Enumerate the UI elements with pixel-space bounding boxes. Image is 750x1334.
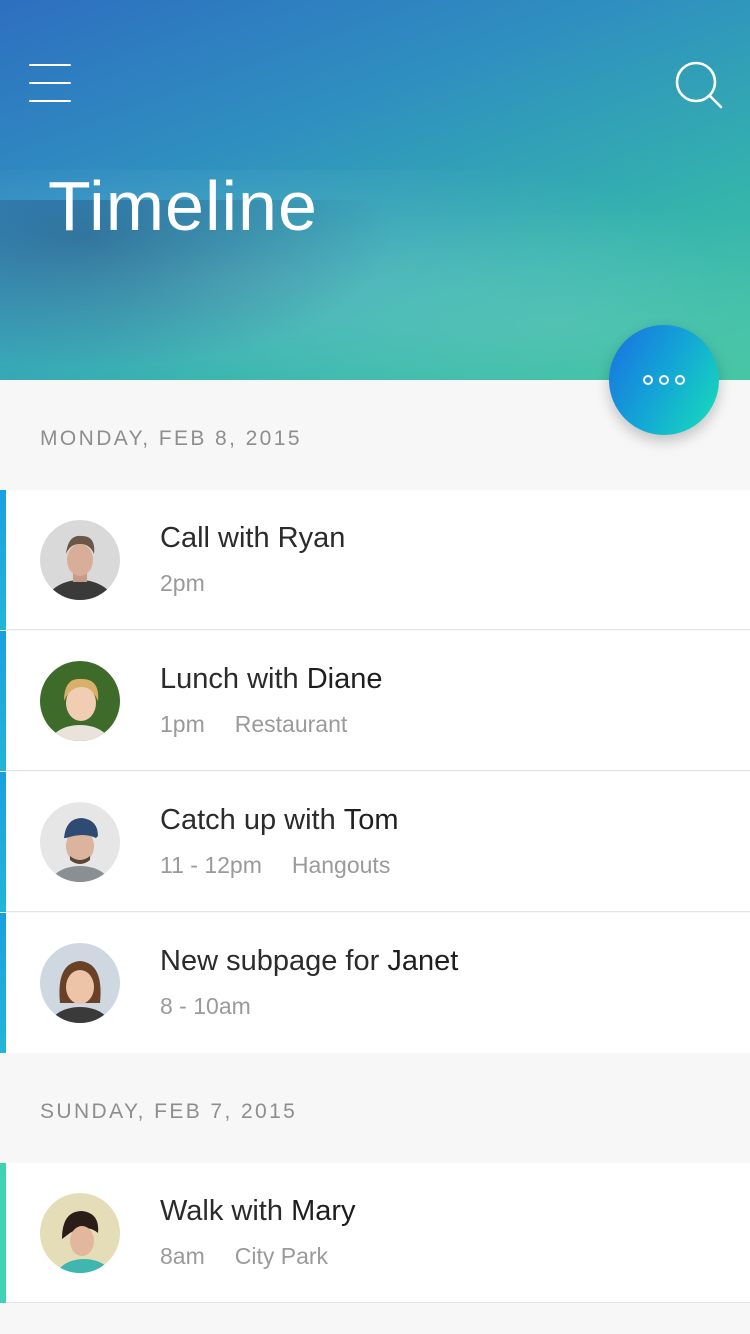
more-options-icon-dot	[659, 375, 669, 385]
date-header-feb-7: SUNDAY, FEB 7, 2015	[0, 1053, 750, 1163]
search-icon[interactable]	[674, 60, 724, 110]
item-meta: 8 - 10am	[160, 993, 251, 1020]
list-item[interactable]: New subpage for Janet 8 - 10am	[0, 913, 750, 1053]
timeline-header: Timeline	[0, 0, 750, 380]
date-label: MONDAY, FEB 8, 2015	[40, 427, 302, 450]
timeline-accent-bar	[0, 631, 6, 771]
item-title-text: Call with Ryan	[160, 522, 346, 554]
item-location: Restaurant	[234, 711, 348, 737]
timeline-accent-bar	[0, 490, 6, 630]
item-title-name: Janet	[387, 945, 459, 977]
item-title: Lunch with Diane	[160, 663, 382, 696]
timeline-accent-bar	[0, 913, 6, 1053]
item-time: 1pm	[160, 711, 205, 737]
item-title-text: Lunch with	[160, 663, 307, 695]
page-title: Timeline	[48, 167, 318, 245]
avatar	[40, 1193, 120, 1273]
item-title-name: Tom	[343, 804, 399, 836]
item-time: 11 - 12pm	[160, 852, 262, 878]
item-time: 8am	[160, 1243, 205, 1269]
item-title-text: Catch up with	[160, 804, 344, 836]
avatar	[40, 802, 120, 882]
divider	[6, 629, 750, 630]
item-title-text: Walk with	[160, 1195, 292, 1227]
item-title-name: Diane	[306, 663, 383, 695]
list-item[interactable]: Call with Ryan 2pm	[0, 490, 750, 630]
divider	[6, 770, 750, 771]
divider	[6, 1302, 750, 1303]
item-time: 8 - 10am	[160, 993, 251, 1019]
hamburger-menu-icon[interactable]	[29, 64, 71, 102]
item-meta: 8am City Park	[160, 1243, 328, 1270]
list-item[interactable]: Walk with Mary 8am City Park	[0, 1163, 750, 1303]
item-location: City Park	[234, 1243, 329, 1269]
timeline-accent-bar	[0, 772, 6, 912]
item-title-text: New subpage for	[160, 945, 388, 977]
item-title: Call with Ryan	[160, 522, 345, 555]
more-options-button[interactable]	[609, 325, 719, 435]
item-location: Hangouts	[291, 852, 391, 878]
date-label: SUNDAY, FEB 7, 2015	[40, 1100, 298, 1123]
avatar	[40, 520, 120, 600]
item-title-name: Mary	[291, 1195, 356, 1227]
more-options-icon-dot	[675, 375, 685, 385]
avatar	[40, 943, 120, 1023]
avatar	[40, 661, 120, 741]
item-meta: 11 - 12pm Hangouts	[160, 852, 390, 879]
timeline-accent-bar	[0, 1163, 6, 1303]
item-title: New subpage for Janet	[160, 945, 458, 978]
list-item[interactable]: Lunch with Diane 1pm Restaurant	[0, 631, 750, 771]
list-item[interactable]: Catch up with Tom 11 - 12pm Hangouts	[0, 772, 750, 912]
more-options-icon	[643, 375, 653, 385]
item-meta: 1pm Restaurant	[160, 711, 347, 738]
item-time: 2pm	[160, 570, 205, 596]
divider	[6, 911, 750, 912]
item-title: Catch up with Tom	[160, 804, 399, 837]
item-title: Walk with Mary	[160, 1195, 356, 1228]
item-meta: 2pm	[160, 570, 205, 597]
